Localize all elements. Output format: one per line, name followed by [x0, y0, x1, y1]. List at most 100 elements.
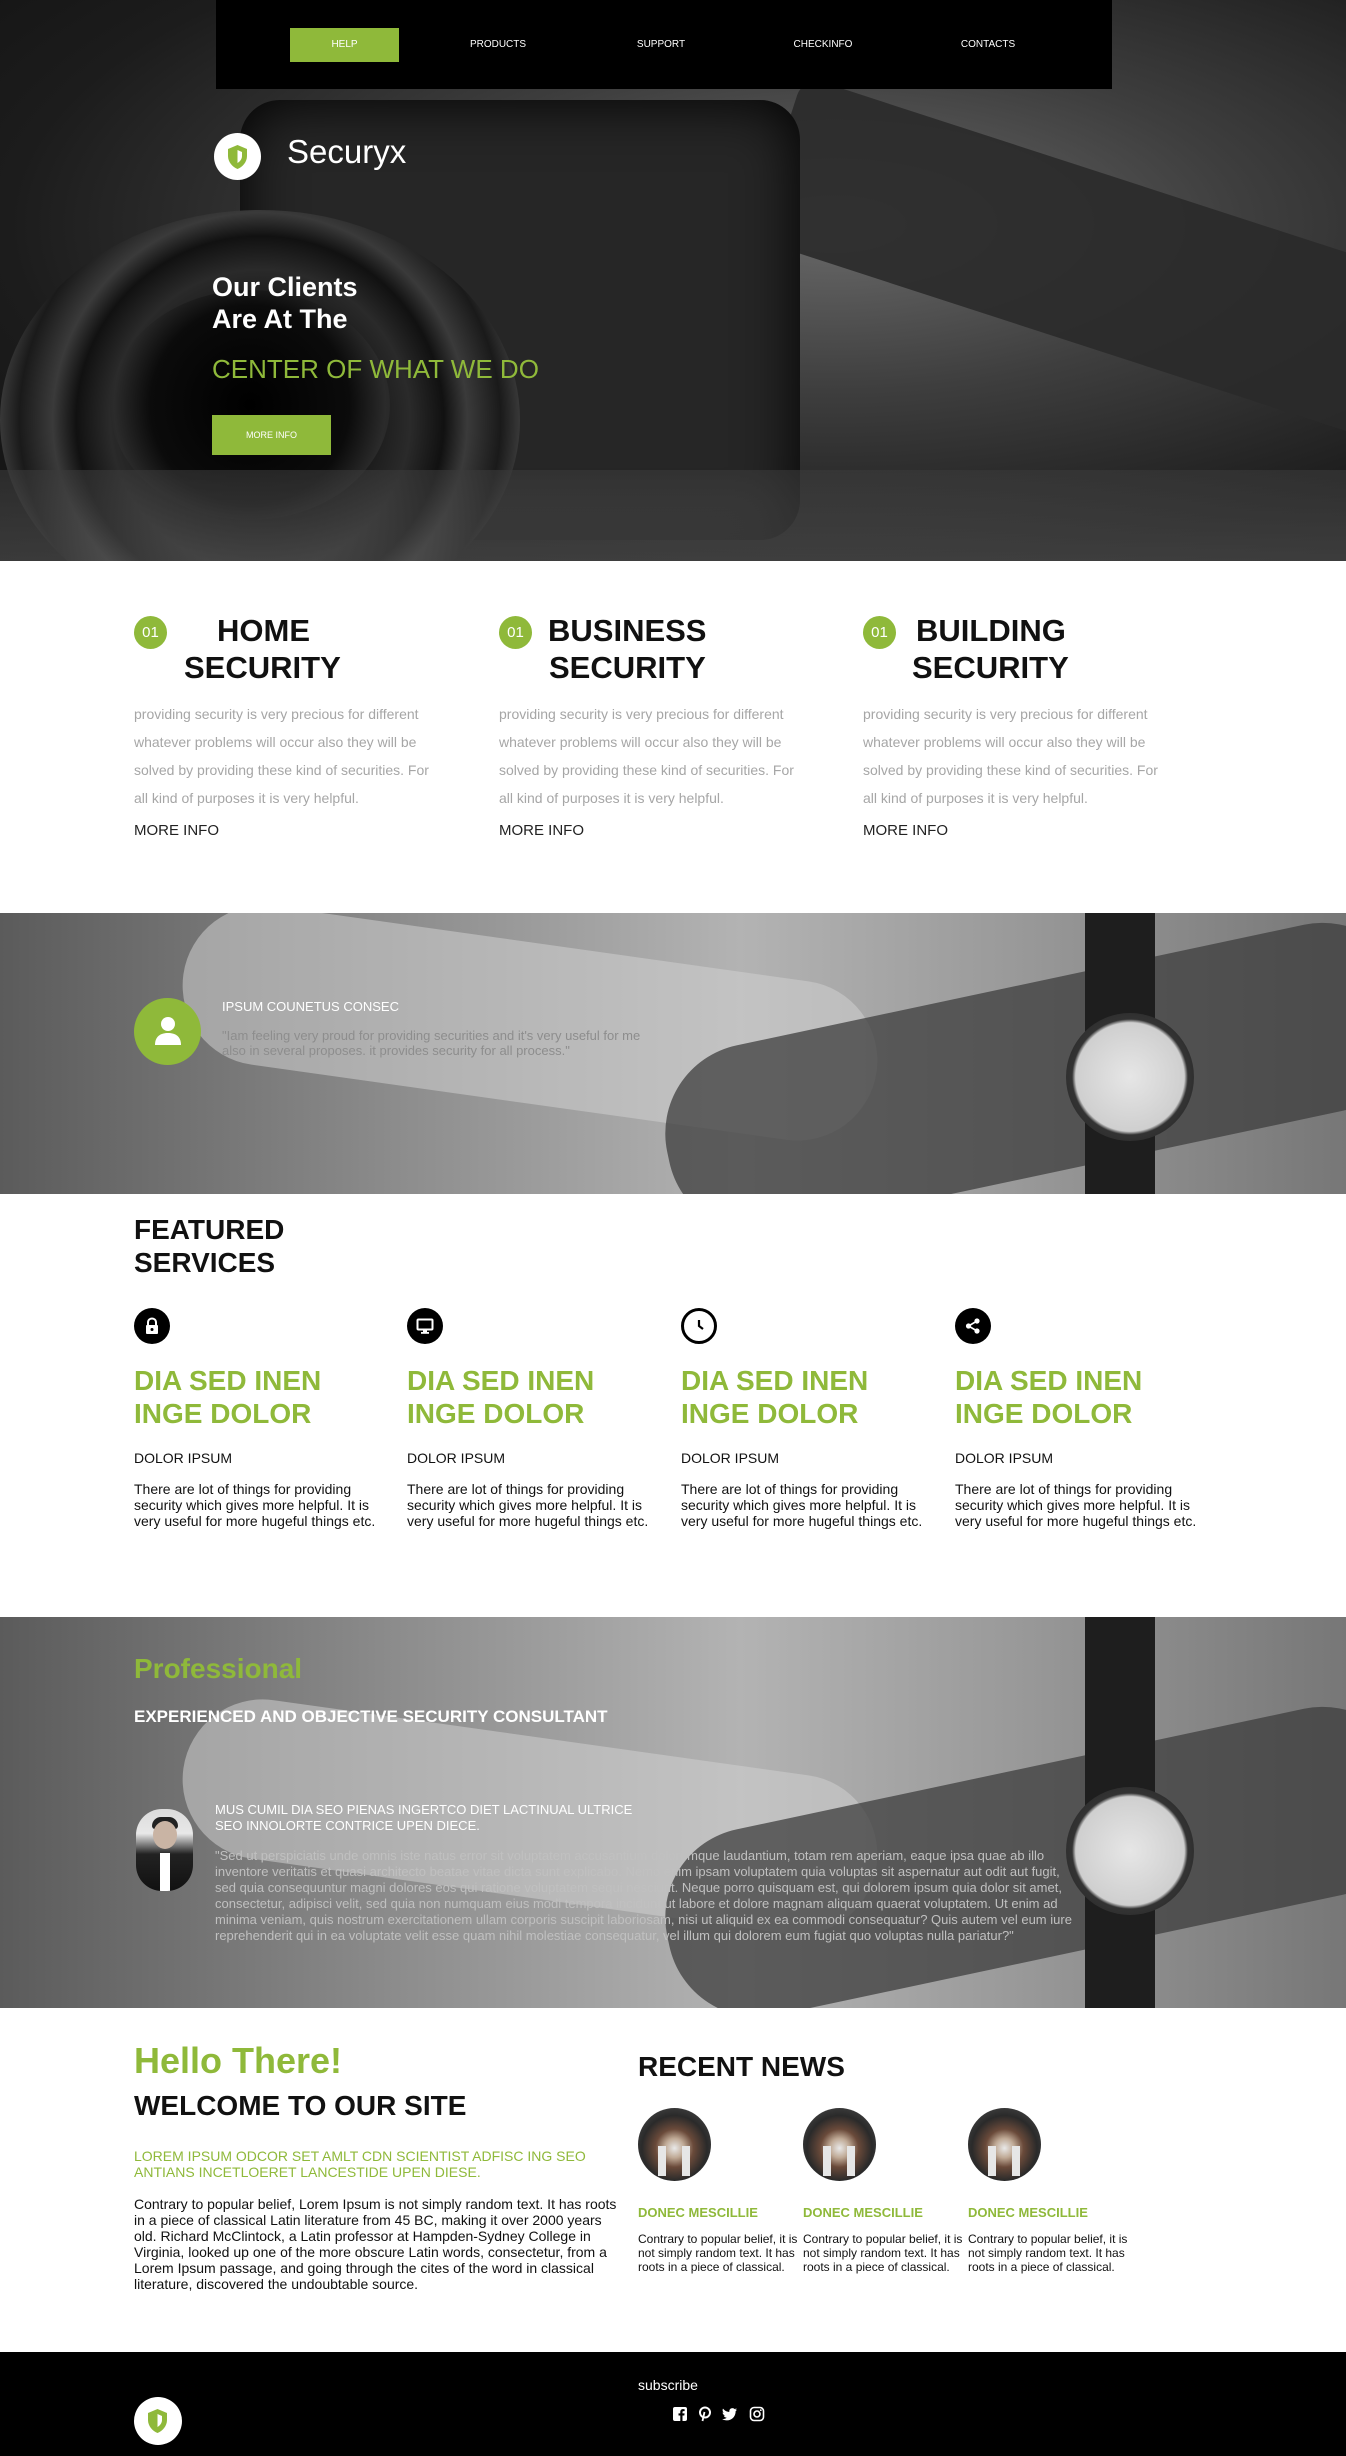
- security-title-line2: SECURITY: [184, 650, 341, 685]
- quote-text: "Iam feeling very proud for providing se…: [222, 1028, 641, 1058]
- hero-table-surface: [0, 470, 1346, 561]
- feature-heading-line2: INGE DOLOR: [681, 1398, 859, 1429]
- security-more-info-link[interactable]: MORE INFO: [863, 822, 948, 839]
- news-thumbnail[interactable]: [638, 2108, 711, 2181]
- feature-description: There are lot of things for providing se…: [681, 1481, 923, 1529]
- shield-icon: [228, 145, 247, 169]
- subscribe-link[interactable]: subscribe: [638, 2377, 698, 2393]
- news-thumbnail[interactable]: [968, 2108, 1041, 2181]
- hero-heading-line1: Our Clients: [212, 272, 358, 302]
- hello-heading: Hello There!: [134, 2040, 343, 2081]
- feature-subheading: DOLOR IPSUM: [134, 1450, 233, 1466]
- feature-heading-line1: DIA SED INEN: [134, 1365, 322, 1396]
- shield-icon: [148, 2409, 167, 2433]
- twitter-icon[interactable]: [722, 2406, 738, 2422]
- news-thumbnail-detail: [847, 2146, 855, 2176]
- banner-hand-right: [648, 913, 1346, 1194]
- news-heading[interactable]: DONEC MESCILLIE: [968, 2205, 1088, 2220]
- news-heading[interactable]: DONEC MESCILLIE: [803, 2205, 923, 2220]
- nav-item-contacts[interactable]: CONTACTS: [938, 28, 1038, 62]
- nav-item-checkinfo[interactable]: CHECKINFO: [773, 28, 873, 62]
- feature-heading: DIA SED INEN INGE DOLOR: [955, 1364, 1215, 1430]
- hero-heading-line2: Are At The: [212, 304, 348, 334]
- hero-more-info-button[interactable]: MORE INFO: [212, 415, 331, 455]
- brand-name[interactable]: Securyx: [287, 133, 406, 171]
- feature-heading-line1: DIA SED INEN: [407, 1365, 595, 1396]
- user-icon: [155, 1017, 181, 1045]
- security-title: HOME SECURITY: [134, 612, 389, 686]
- pinterest-icon[interactable]: [697, 2406, 713, 2422]
- feature-icon-badge: [955, 1308, 991, 1344]
- instagram-icon[interactable]: [749, 2406, 765, 2422]
- feature-heading-line1: DIA SED INEN: [681, 1365, 869, 1396]
- feature-heading: DIA SED INEN INGE DOLOR: [407, 1364, 667, 1430]
- hero-heading: Our Clients Are At The: [212, 271, 358, 335]
- security-more-info-link[interactable]: MORE INFO: [499, 822, 584, 839]
- quote-avatar: [134, 998, 201, 1065]
- feature-heading-line2: INGE DOLOR: [955, 1398, 1133, 1429]
- feature-subheading: DOLOR IPSUM: [681, 1450, 780, 1466]
- feature-icon-badge: [681, 1308, 717, 1344]
- security-title-line1: BUSINESS: [548, 613, 707, 648]
- feature-icon-badge: [134, 1308, 170, 1344]
- professional-title: Professional: [134, 1653, 303, 1684]
- testimonial-banner: [0, 913, 1346, 1194]
- security-more-info-link[interactable]: MORE INFO: [134, 822, 219, 839]
- logo[interactable]: [214, 133, 261, 180]
- security-title: BUSINESS SECURITY: [499, 612, 754, 686]
- hero-camera-strap: [750, 76, 1346, 454]
- recent-news-title: RECENT NEWS: [638, 2051, 845, 2082]
- news-thumbnail-detail: [1012, 2146, 1020, 2176]
- feature-description: There are lot of things for providing se…: [407, 1481, 649, 1529]
- news-thumbnail-detail: [658, 2146, 666, 2176]
- clock-icon: [697, 1320, 704, 1330]
- professional-subtitle: EXPERIENCED AND OBJECTIVE SECURITY CONSU…: [134, 1707, 608, 1726]
- news-text: Contrary to popular belief, it is not si…: [638, 2232, 798, 2274]
- security-description: providing security is very precious for …: [134, 706, 429, 806]
- hero-highlight: CENTER OF WHAT WE DO: [212, 354, 539, 384]
- feature-heading-line1: DIA SED INEN: [955, 1365, 1143, 1396]
- security-description: providing security is very precious for …: [499, 706, 794, 806]
- security-title-line2: SECURITY: [912, 650, 1069, 685]
- nav-item-products[interactable]: PRODUCTS: [448, 28, 548, 62]
- feature-heading: DIA SED INEN INGE DOLOR: [134, 1364, 394, 1430]
- feature-description: There are lot of things for providing se…: [134, 1481, 376, 1529]
- footer: [0, 2352, 1346, 2456]
- banner-watch-face: [1066, 1013, 1194, 1141]
- top-navigation: HELP PRODUCTS SUPPORT CHECKINFO CONTACTS: [216, 0, 1112, 89]
- monitor-icon: [416, 1318, 434, 1334]
- featured-title-line2: SERVICES: [134, 1247, 276, 1278]
- news-text: Contrary to popular belief, it is not si…: [803, 2232, 963, 2274]
- news-thumbnail[interactable]: [803, 2108, 876, 2181]
- quote-title: IPSUM COUNETUS CONSEC: [222, 999, 399, 1014]
- feature-subheading: DOLOR IPSUM: [407, 1450, 506, 1466]
- nav-item-help[interactable]: HELP: [290, 28, 399, 62]
- footer-logo[interactable]: [134, 2397, 182, 2445]
- testimonial-text: "Sed ut perspiciatis unde omnis iste nat…: [215, 1848, 1072, 1943]
- nav-item-support[interactable]: SUPPORT: [611, 28, 711, 62]
- security-title: BUILDING SECURITY: [863, 612, 1118, 686]
- security-description: providing security is very precious for …: [863, 706, 1158, 806]
- news-thumbnail-detail: [988, 2146, 996, 2176]
- feature-icon-badge: [407, 1308, 443, 1344]
- consultant-avatar: [136, 1809, 193, 1891]
- banner-watch-face: [1066, 1787, 1194, 1915]
- featured-services-title: FEATURED SERVICES: [134, 1213, 284, 1279]
- security-title-line1: HOME: [217, 613, 310, 648]
- welcome-highlight-text: LOREM IPSUM ODCOR SET AMLT CDN SCIENTIST…: [134, 2148, 586, 2180]
- feature-heading: DIA SED INEN INGE DOLOR: [681, 1364, 941, 1430]
- testimonial-title: MUS CUMIL DIA SEO PIENAS INGERTCO DIET L…: [215, 1802, 633, 1833]
- avatar-shirt: [160, 1853, 170, 1891]
- news-thumbnail-detail: [823, 2146, 831, 2176]
- welcome-heading: WELCOME TO OUR SITE: [134, 2090, 467, 2121]
- featured-title-line1: FEATURED: [134, 1214, 285, 1245]
- welcome-body-text: Contrary to popular belief, Lorem Ipsum …: [134, 2196, 617, 2292]
- share-icon: [965, 1318, 980, 1334]
- lock-icon: [146, 1317, 158, 1334]
- security-title-line1: BUILDING: [916, 613, 1066, 648]
- feature-heading-line2: INGE DOLOR: [407, 1398, 585, 1429]
- news-heading[interactable]: DONEC MESCILLIE: [638, 2205, 758, 2220]
- facebook-icon[interactable]: [672, 2406, 688, 2422]
- feature-subheading: DOLOR IPSUM: [955, 1450, 1054, 1466]
- news-thumbnail-detail: [682, 2146, 690, 2176]
